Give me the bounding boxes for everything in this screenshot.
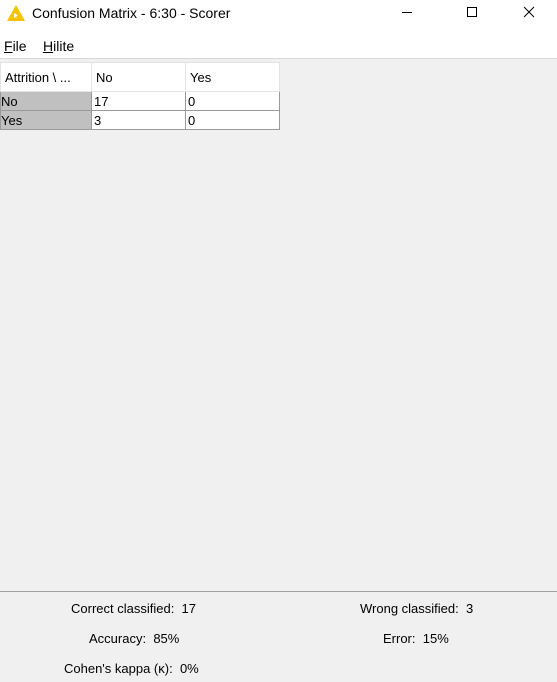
table-cell[interactable]: 17 [91,91,186,111]
column-header-yes[interactable]: Yes [185,62,280,92]
menu-hilite[interactable]: Hilite [43,38,74,54]
close-icon [523,5,535,23]
error-value: 15% [422,631,449,646]
corner-header[interactable]: Attrition \ ... [0,62,92,92]
table-cell[interactable]: 0 [185,91,280,111]
menu-file-mnemonic: F [4,38,13,54]
table-cell[interactable]: 3 [91,110,186,130]
knime-triangle-icon [7,5,25,21]
menu-hilite-label: ilite [53,38,75,54]
row-header-yes[interactable]: Yes [0,110,92,130]
accuracy: Accuracy: 85% [89,631,179,646]
accuracy-value: 85% [153,631,180,646]
menu-bar: File Hilite [0,32,557,59]
row-header-no[interactable]: No [0,91,92,111]
error: Error: 15% [383,631,449,646]
table-row: No 17 0 [0,91,280,111]
minimize-icon [401,5,413,23]
table-cell[interactable]: 0 [185,110,280,130]
title-bar: Confusion Matrix - 6:30 - Scorer [0,0,557,32]
wrong-classified-value: 3 [465,601,474,616]
error-label: Error: [383,631,416,646]
correct-classified: Correct classified: 17 [71,601,196,616]
cohens-kappa-value: 0% [179,661,199,676]
accuracy-label: Accuracy: [89,631,147,646]
minimize-button[interactable] [379,0,435,28]
wrong-classified-label: Wrong classified: [360,601,459,616]
close-button[interactable] [501,0,557,28]
statistics-panel: Correct classified: 17 Wrong classified:… [0,591,557,682]
confusion-matrix-table: Attrition \ ... No Yes No 17 0 Yes 3 0 [0,62,280,130]
menu-file-label: ile [12,38,27,54]
column-header-no[interactable]: No [91,62,186,92]
correct-classified-label: Correct classified: [71,601,175,616]
cohens-kappa-label: Cohen's kappa (κ): [64,661,173,676]
cohens-kappa: Cohen's kappa (κ): 0% [64,661,199,676]
header-row: Attrition \ ... No Yes [0,62,280,92]
wrong-classified: Wrong classified: 3 [360,601,473,616]
menu-file[interactable]: File [4,38,27,54]
correct-classified-value: 17 [181,601,197,616]
table-row: Yes 3 0 [0,110,280,130]
maximize-button[interactable] [444,0,500,28]
menu-hilite-mnemonic: H [43,38,54,54]
maximize-icon [466,5,478,23]
window-title: Confusion Matrix - 6:30 - Scorer [32,5,231,21]
